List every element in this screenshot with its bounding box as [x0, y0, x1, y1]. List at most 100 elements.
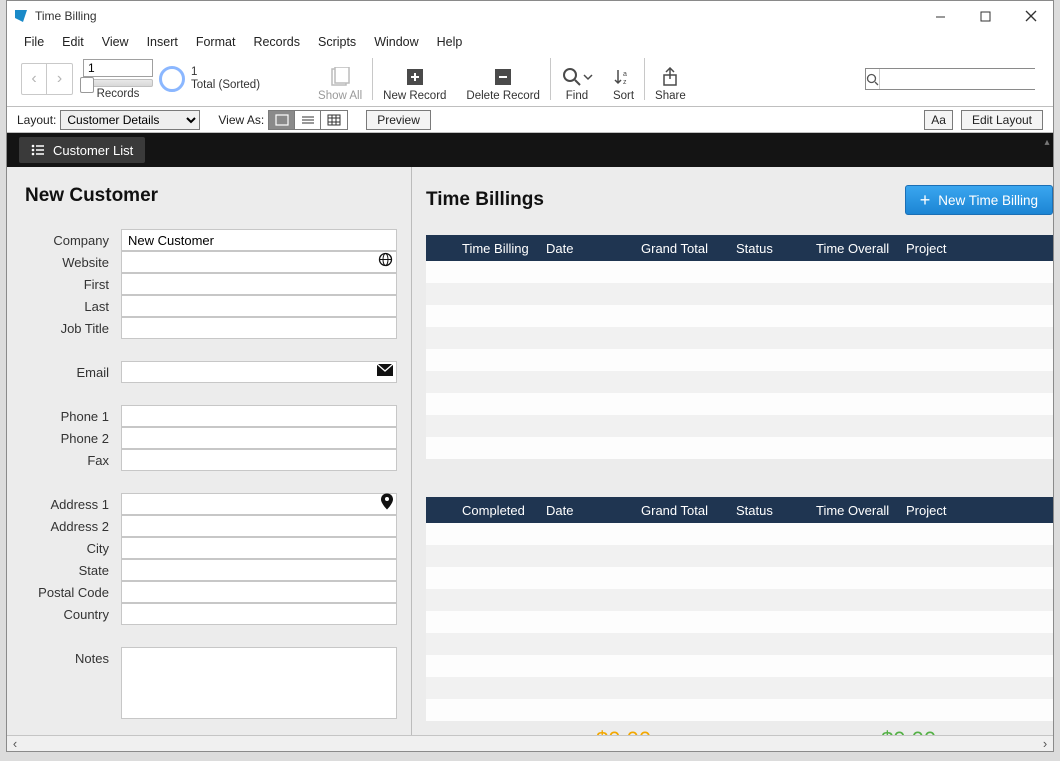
- time-billing-table: Time Billing Date Grand Total Status Tim…: [426, 235, 1053, 459]
- share-button[interactable]: Share: [645, 52, 696, 106]
- titlebar: Time Billing: [7, 1, 1053, 31]
- col-project: Project: [906, 241, 1053, 256]
- email-input[interactable]: [121, 361, 397, 383]
- toolbar: ‹ › Records 1 Total (Sorted) Show All: [7, 52, 1053, 107]
- label-company: Company: [21, 233, 121, 248]
- phone2-input[interactable]: [121, 427, 397, 449]
- state-input[interactable]: [121, 559, 397, 581]
- horizontal-scrollbar[interactable]: ‹ ›: [7, 735, 1053, 751]
- table-row: [426, 699, 1053, 721]
- table-row: [426, 523, 1053, 545]
- top-black-bar: Customer List: [7, 133, 1053, 167]
- menu-view[interactable]: View: [93, 35, 138, 49]
- preview-button[interactable]: Preview: [366, 110, 431, 130]
- close-button[interactable]: [1008, 2, 1053, 30]
- show-all-icon: [329, 67, 351, 87]
- next-record-button[interactable]: ›: [47, 64, 72, 94]
- col-date2: Date: [546, 503, 641, 518]
- find-button[interactable]: Find: [551, 52, 603, 106]
- table-row: [426, 567, 1053, 589]
- label-state: State: [21, 563, 121, 578]
- window-title: Time Billing: [35, 9, 97, 23]
- maximize-button[interactable]: [963, 2, 1008, 30]
- menu-scripts[interactable]: Scripts: [309, 35, 365, 49]
- table-row: [426, 545, 1053, 567]
- left-heading: New Customer: [25, 185, 397, 207]
- found-set-pie-icon[interactable]: [159, 66, 185, 92]
- menu-window[interactable]: Window: [365, 35, 427, 49]
- new-time-billing-button[interactable]: +New Time Billing: [905, 185, 1053, 215]
- table-row: [426, 677, 1053, 699]
- label-address1: Address 1: [21, 497, 121, 512]
- new-record-button[interactable]: New Record: [373, 52, 456, 106]
- record-slider[interactable]: [83, 79, 153, 87]
- completed-table: Completed Date Grand Total Status Time O…: [426, 497, 1053, 721]
- envelope-icon[interactable]: [377, 363, 393, 381]
- view-list-button[interactable]: [295, 111, 321, 129]
- website-input[interactable]: [121, 251, 397, 273]
- sort-icon: az: [613, 67, 633, 87]
- edit-layout-button[interactable]: Edit Layout: [961, 110, 1043, 130]
- label-fax: Fax: [21, 453, 121, 468]
- label-city: City: [21, 541, 121, 556]
- address1-input[interactable]: [121, 493, 397, 515]
- menu-bar: File Edit View Insert Format Records Scr…: [7, 31, 1053, 52]
- delete-record-button[interactable]: Delete Record: [456, 52, 550, 106]
- col-date: Date: [546, 241, 641, 256]
- first-input[interactable]: [121, 273, 397, 295]
- record-number-input[interactable]: [83, 59, 153, 77]
- sort-button[interactable]: az Sort: [603, 52, 644, 106]
- col-grandtotal2: Grand Total: [641, 503, 736, 518]
- customer-form-panel: New Customer Company Website First Last …: [7, 167, 412, 735]
- map-pin-icon[interactable]: [381, 494, 393, 515]
- label-website: Website: [21, 255, 121, 270]
- formatting-button[interactable]: Aa: [924, 110, 953, 130]
- menu-edit[interactable]: Edit: [53, 35, 93, 49]
- svg-text:z: z: [623, 79, 627, 86]
- view-table-button[interactable]: [321, 111, 347, 129]
- menu-records[interactable]: Records: [244, 35, 309, 49]
- fax-input[interactable]: [121, 449, 397, 471]
- search-box: [865, 68, 1035, 90]
- view-form-button[interactable]: [269, 111, 295, 129]
- company-input[interactable]: [121, 229, 397, 251]
- jobtitle-input[interactable]: [121, 317, 397, 339]
- city-input[interactable]: [121, 537, 397, 559]
- menu-file[interactable]: File: [15, 35, 53, 49]
- minimize-button[interactable]: [918, 2, 963, 30]
- postal-input[interactable]: [121, 581, 397, 603]
- address2-input[interactable]: [121, 515, 397, 537]
- menu-insert[interactable]: Insert: [138, 35, 187, 49]
- scroll-left-button[interactable]: ‹: [7, 736, 23, 752]
- customer-list-button[interactable]: Customer List: [19, 137, 145, 163]
- table-row: [426, 371, 1053, 393]
- scroll-right-button[interactable]: ›: [1037, 736, 1053, 752]
- show-all-button[interactable]: Show All: [308, 52, 372, 106]
- table-row: [426, 437, 1053, 459]
- content-area: ▴▾ Customer List New Customer Company We…: [7, 133, 1053, 735]
- viewas-label: View As:: [218, 113, 264, 127]
- search-input[interactable]: [880, 69, 1043, 89]
- table-row: [426, 349, 1053, 371]
- chevron-down-icon: [583, 73, 593, 81]
- form-icon: [275, 114, 289, 126]
- delete-record-icon: [494, 68, 512, 86]
- table-row: [426, 261, 1053, 283]
- prev-record-button[interactable]: ‹: [22, 64, 47, 94]
- label-phone2: Phone 2: [21, 431, 121, 446]
- menu-help[interactable]: Help: [428, 35, 472, 49]
- label-country: Country: [21, 607, 121, 622]
- col-timeoverall2: Time Overall: [816, 503, 906, 518]
- table-row: [426, 415, 1053, 437]
- menu-format[interactable]: Format: [187, 35, 245, 49]
- label-jobtitle: Job Title: [21, 321, 121, 336]
- notes-input[interactable]: [121, 647, 397, 719]
- globe-icon[interactable]: [378, 252, 393, 272]
- country-input[interactable]: [121, 603, 397, 625]
- last-input[interactable]: [121, 295, 397, 317]
- label-address2: Address 2: [21, 519, 121, 534]
- total-pending: $0.00: [596, 727, 651, 735]
- layout-select[interactable]: Customer Details: [60, 110, 200, 130]
- col-grandtotal: Grand Total: [641, 241, 736, 256]
- phone1-input[interactable]: [121, 405, 397, 427]
